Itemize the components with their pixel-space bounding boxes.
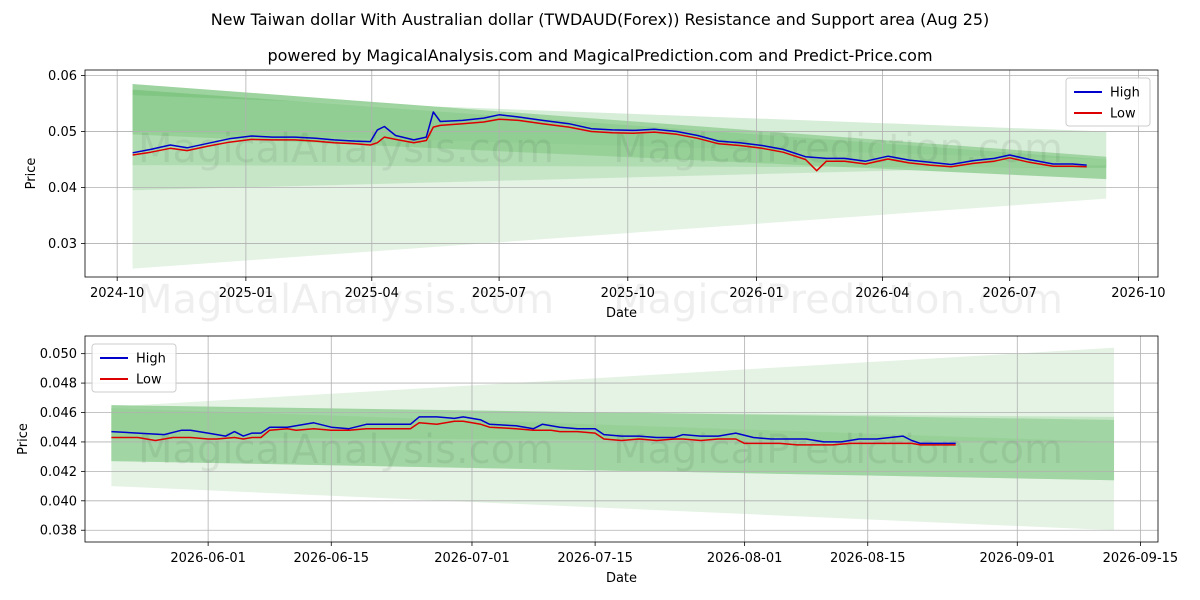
x-tick-label: 2026-09-01 bbox=[979, 551, 1055, 566]
x-tick-label: 2026-01 bbox=[729, 286, 783, 301]
x-tick-label: 2024-10 bbox=[90, 286, 144, 301]
x-tick-label: 2025-04 bbox=[345, 286, 399, 301]
watermark-text: MagicalAnalysis.com bbox=[138, 126, 554, 172]
bands bbox=[132, 83, 1107, 269]
y-tick-label: 0.050 bbox=[40, 347, 77, 362]
x-tick-label: 2026-10 bbox=[1111, 286, 1165, 301]
legend-label-high: High bbox=[136, 352, 166, 367]
y-tick-label: 0.044 bbox=[40, 435, 77, 450]
chart-2: MagicalAnalysis.com MagicalPrediction.com… bbox=[16, 335, 1179, 586]
y-tick-label: 0.048 bbox=[40, 377, 77, 392]
x-tick-label: 2026-09-15 bbox=[1103, 551, 1179, 566]
x-tick-label: 2025-10 bbox=[601, 286, 655, 301]
y-tick-label: 0.038 bbox=[40, 524, 77, 539]
x-tick-label: 2026-07-01 bbox=[434, 551, 510, 566]
x-tick-label: 2026-04 bbox=[855, 286, 909, 301]
chart-figure: MagicalAnalysis.com MagicalPrediction.com… bbox=[16, 69, 1179, 586]
legend: High Low bbox=[1065, 77, 1151, 127]
y-tick-label: 0.04 bbox=[48, 181, 77, 196]
legend-label-high: High bbox=[1110, 86, 1140, 101]
legend-label-low: Low bbox=[136, 373, 162, 388]
chart-1: MagicalAnalysis.com MagicalPrediction.com… bbox=[24, 69, 1166, 323]
y-tick-label: 0.03 bbox=[48, 237, 77, 252]
x-tick-label: 2026-07-15 bbox=[557, 551, 633, 566]
y-tick-label: 0.046 bbox=[40, 406, 77, 421]
x-tick-label: 2026-06-15 bbox=[293, 551, 369, 566]
legend: High Low bbox=[91, 343, 177, 393]
x-tick-label: 2026-08-15 bbox=[830, 551, 906, 566]
x-tick-label: 2026-08-01 bbox=[707, 551, 783, 566]
x-tick-label: 2026-07 bbox=[983, 286, 1037, 301]
x-tick-label: 2025-07 bbox=[472, 286, 526, 301]
watermark-text: MagicalPrediction.com bbox=[613, 427, 1063, 473]
y-axis-label: Price bbox=[16, 423, 31, 455]
y-tick-label: 0.06 bbox=[48, 69, 77, 84]
y-tick-label: 0.05 bbox=[48, 125, 77, 140]
y-tick-label: 0.042 bbox=[40, 465, 77, 480]
x-tick-label: 2026-06-01 bbox=[170, 551, 246, 566]
x-axis-label: Date bbox=[606, 306, 637, 321]
x-tick-label: 2025-01 bbox=[219, 286, 273, 301]
legend-label-low: Low bbox=[1110, 107, 1136, 122]
watermark-text: MagicalAnalysis.com bbox=[138, 427, 554, 473]
y-tick-label: 0.040 bbox=[40, 494, 77, 509]
x-axis-label: Date bbox=[606, 571, 637, 586]
y-axis-label: Price bbox=[24, 158, 39, 190]
